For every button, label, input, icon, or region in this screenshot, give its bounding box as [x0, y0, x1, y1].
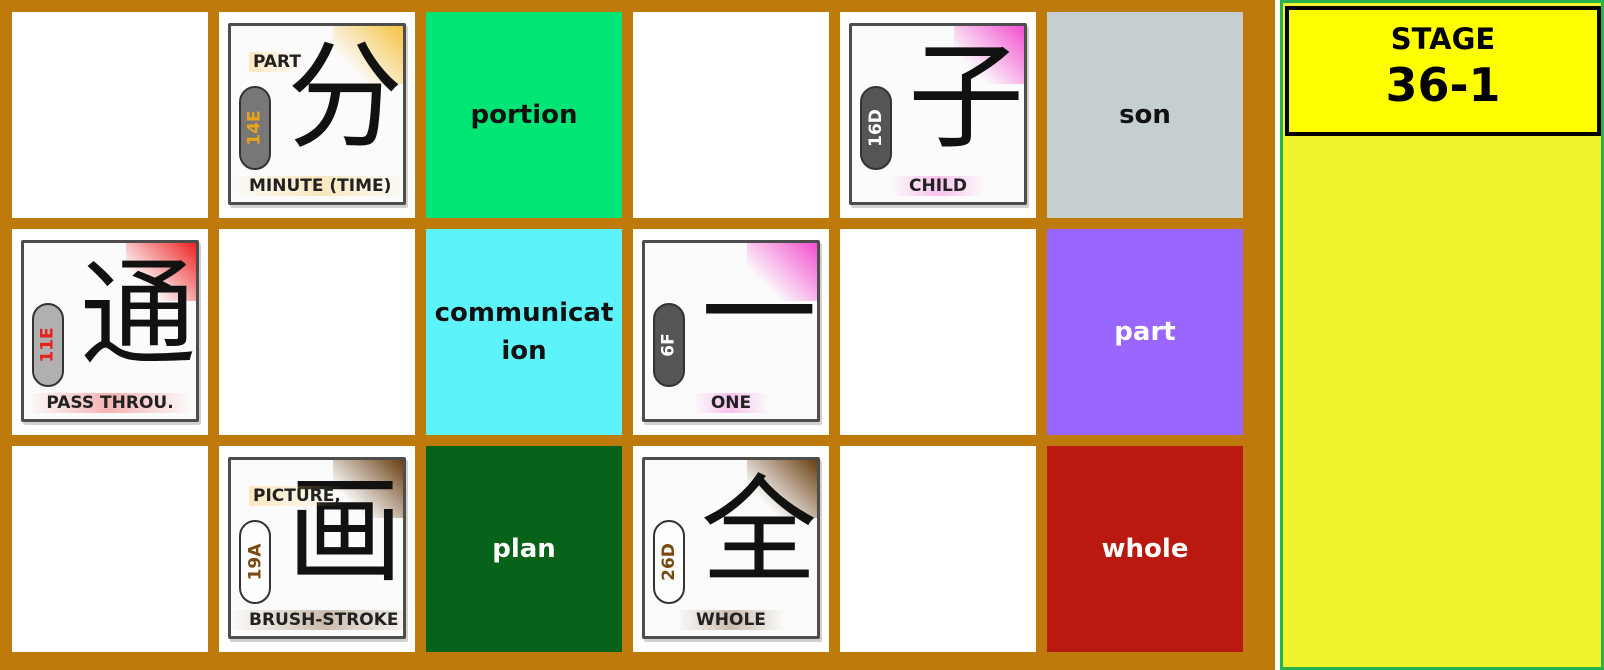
kanji-card-cell[interactable]: 画 19A PICTURE, BRUSH-STROKE: [219, 446, 415, 652]
empty-cell[interactable]: [12, 12, 208, 218]
word-tile[interactable]: son: [1047, 12, 1243, 218]
cloud-badge-icon: 11E: [32, 303, 64, 387]
badge-code: 26D: [659, 543, 679, 581]
empty-cell[interactable]: [219, 229, 415, 435]
kanji-card: 子 16D CHILD: [849, 23, 1027, 205]
kanji-card: 分 14E PART MINUTE (TIME): [228, 23, 406, 205]
word-tile-text: portion: [470, 100, 578, 130]
kanji-meaning-bottom: ONE: [645, 393, 817, 413]
word-tile-text: plan: [492, 534, 556, 564]
kanji-meaning-bottom: PASS THROU.: [24, 393, 196, 413]
kanji-glyph: 子: [908, 30, 1024, 165]
kanji-meaning-bottom-text: WHOLE: [678, 610, 784, 630]
stage-panel: STAGE 36-1: [1280, 0, 1604, 670]
kanji-glyph: 一: [701, 247, 817, 382]
word-tile-text: part: [1114, 317, 1176, 347]
empty-cell[interactable]: [12, 446, 208, 652]
kanji-meaning-bottom: CHILD: [852, 176, 1024, 196]
kanji-card: 全 26D WHOLE: [642, 457, 820, 639]
cloud-badge-icon: 14E: [239, 86, 271, 170]
kanji-card-cell[interactable]: 分 14E PART MINUTE (TIME): [219, 12, 415, 218]
kanji-meaning-bottom-text: CHILD: [891, 176, 985, 196]
kanji-meaning-bottom-text: PASS THROU.: [28, 393, 192, 413]
kanji-card-cell[interactable]: 子 16D CHILD: [840, 12, 1036, 218]
empty-cell[interactable]: [840, 446, 1036, 652]
kanji-glyph: 全: [701, 464, 817, 599]
word-tile[interactable]: portion: [426, 12, 622, 218]
word-tile-text: son: [1119, 100, 1171, 130]
kanji-meaning-bottom: WHOLE: [645, 610, 817, 630]
kanji-card: 一 6F ONE: [642, 240, 820, 422]
word-tile[interactable]: plan: [426, 446, 622, 652]
badge-code: 19A: [245, 543, 266, 581]
cloud-badge-icon: 16D: [860, 86, 892, 170]
stage-header: STAGE 36-1: [1285, 6, 1601, 136]
kanji-meaning-bottom-text: ONE: [692, 393, 770, 413]
badge-code: 6F: [658, 333, 679, 357]
kanji-card-cell[interactable]: 通 11E PASS THROU.: [12, 229, 208, 435]
word-tile-text: whole: [1101, 534, 1189, 564]
word-tile-text: communication: [434, 298, 614, 366]
kanji-meaning-top: PICTURE,: [249, 486, 345, 506]
cloud-badge-icon: 6F: [653, 303, 685, 387]
word-tile[interactable]: whole: [1047, 446, 1243, 652]
game-board: 分 14E PART MINUTE (TIME) portion 子 16D CHILD …: [0, 0, 1275, 670]
kanji-glyph: 分: [287, 30, 403, 165]
kanji-card: 通 11E PASS THROU.: [21, 240, 199, 422]
kanji-meaning-bottom: BRUSH-STROKE: [231, 610, 403, 630]
kanji-meaning-bottom-text: MINUTE (TIME): [231, 176, 403, 196]
word-tile[interactable]: part: [1047, 229, 1243, 435]
empty-cell[interactable]: [633, 12, 829, 218]
kanji-card: 画 19A PICTURE, BRUSH-STROKE: [228, 457, 406, 639]
cloud-badge-icon: 19A: [239, 520, 271, 604]
kanji-card-cell[interactable]: 全 26D WHOLE: [633, 446, 829, 652]
kanji-glyph: 画: [287, 464, 403, 599]
stage-label: STAGE: [1390, 22, 1496, 56]
kanji-meaning-top: PART: [249, 52, 305, 72]
empty-cell[interactable]: [840, 229, 1036, 435]
badge-code: 14E: [245, 110, 265, 146]
word-tile[interactable]: communication: [426, 229, 622, 435]
badge-code: 11E: [38, 327, 58, 363]
stage-number: 36-1: [1385, 58, 1501, 112]
badge-code: 16D: [866, 109, 886, 147]
cloud-badge-icon: 26D: [653, 520, 685, 604]
kanji-meaning-bottom: MINUTE (TIME): [231, 176, 403, 196]
kanji-glyph: 通: [80, 247, 196, 382]
kanji-card-cell[interactable]: 一 6F ONE: [633, 229, 829, 435]
kanji-meaning-bottom-text: BRUSH-STROKE: [231, 610, 403, 630]
